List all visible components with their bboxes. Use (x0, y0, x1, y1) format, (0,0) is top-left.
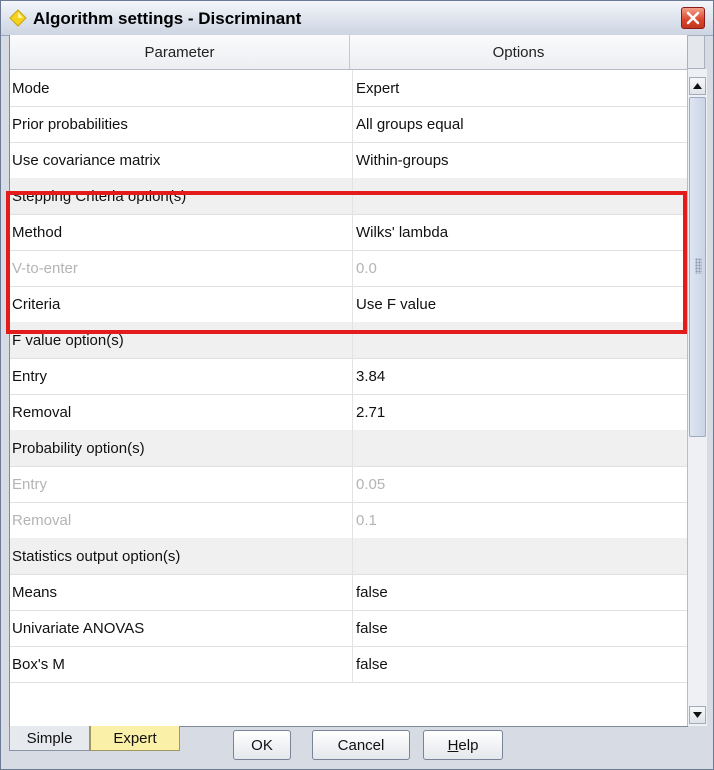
close-button[interactable] (681, 7, 705, 29)
cancel-button[interactable]: Cancel (312, 730, 410, 760)
table-row[interactable]: Criteria Use F value (10, 286, 687, 323)
parameter-cell: Entry (12, 476, 48, 493)
grip-icon (695, 258, 702, 274)
section-row: F value option(s) (10, 322, 687, 359)
table-row[interactable]: Method Wilks' lambda (10, 214, 687, 251)
parameter-cell: V-to-enter (12, 260, 78, 277)
table-row[interactable]: Entry 3.84 (10, 358, 687, 395)
option-cell[interactable]: false (352, 574, 687, 610)
table-header: Parameter Options (10, 35, 687, 70)
option-cell[interactable]: Within-groups (352, 142, 687, 178)
help-button[interactable]: Help (423, 730, 503, 760)
option-cell[interactable]: 2.71 (352, 394, 687, 430)
parameter-cell: Means (12, 584, 58, 601)
window-title: Algorithm settings - Discriminant (33, 9, 302, 28)
help-mnemonic: H (447, 737, 459, 754)
parameter-cell: Use covariance matrix (12, 152, 161, 169)
scroll-corner (687, 35, 705, 69)
table-row[interactable]: Univariate ANOVAS false (10, 610, 687, 647)
option-cell[interactable]: All groups equal (352, 106, 687, 142)
parameter-cell: Stepping Criteria option(s) (12, 188, 187, 205)
option-cell (352, 430, 687, 466)
parameter-cell: Criteria (12, 296, 61, 313)
parameter-cell: Removal (12, 512, 72, 529)
column-header-options[interactable]: Options (350, 35, 687, 69)
parameter-cell: Box's M (12, 656, 65, 673)
option-cell: 0.05 (352, 466, 687, 502)
option-cell[interactable]: 3.84 (352, 358, 687, 394)
section-row: Stepping Criteria option(s) (10, 178, 687, 215)
table-row[interactable]: Use covariance matrix Within-groups (10, 142, 687, 179)
table-row[interactable]: Removal 2.71 (10, 394, 687, 431)
scroll-thumb[interactable] (689, 97, 706, 437)
close-icon (686, 11, 700, 25)
parameter-cell: F value option(s) (12, 332, 124, 349)
diamond-icon (9, 9, 27, 27)
parameter-cell: Probability option(s) (12, 440, 145, 457)
option-cell (352, 178, 687, 214)
vertical-scrollbar[interactable] (687, 69, 707, 726)
option-cell[interactable]: Use F value (352, 286, 687, 322)
table-row[interactable]: V-to-enter 0.0 (10, 250, 687, 287)
column-header-parameter[interactable]: Parameter (10, 35, 350, 69)
parameter-cell: Entry (12, 368, 48, 385)
parameter-cell: Statistics output option(s) (12, 548, 181, 565)
table-row[interactable]: Entry 0.05 (10, 466, 687, 503)
table-row[interactable]: Means false (10, 574, 687, 611)
scroll-down-icon (693, 712, 702, 718)
settings-table: Parameter Options Mode Expert Prior probab… (9, 35, 688, 727)
tab-expert[interactable]: Expert (90, 726, 180, 751)
title-bar[interactable]: Algorithm settings - Discriminant (1, 1, 713, 36)
option-cell[interactable]: Wilks' lambda (352, 214, 687, 250)
parameter-cell: Mode (12, 80, 50, 97)
table-row[interactable]: Removal 0.1 (10, 502, 687, 539)
option-cell[interactable]: false (352, 646, 687, 682)
parameter-cell: Method (12, 224, 63, 241)
option-cell: 0.1 (352, 502, 687, 538)
table-row[interactable]: Mode Expert (10, 70, 687, 107)
parameter-cell: Univariate ANOVAS (12, 620, 145, 637)
scroll-up-icon (693, 83, 702, 89)
option-cell (352, 322, 687, 358)
section-row: Statistics output option(s) (10, 538, 687, 575)
option-cell (352, 538, 687, 574)
tab-simple[interactable]: Simple (9, 726, 90, 751)
parameter-cell: Removal (12, 404, 72, 421)
table-row[interactable]: Box's M false (10, 646, 687, 683)
option-cell: 0.0 (352, 250, 687, 286)
ok-button[interactable]: OK (233, 730, 291, 760)
parameter-cell: Prior probabilities (12, 116, 128, 133)
section-row: Probability option(s) (10, 430, 687, 467)
scroll-down-button[interactable] (689, 706, 706, 724)
table-row[interactable]: Prior probabilities All groups equal (10, 106, 687, 143)
algorithm-settings-dialog: Algorithm settings - Discriminant Parame… (0, 0, 714, 770)
scroll-up-button[interactable] (689, 77, 706, 95)
help-label: elp (458, 737, 479, 754)
option-cell[interactable]: Expert (352, 70, 687, 106)
option-cell[interactable]: false (352, 610, 687, 646)
